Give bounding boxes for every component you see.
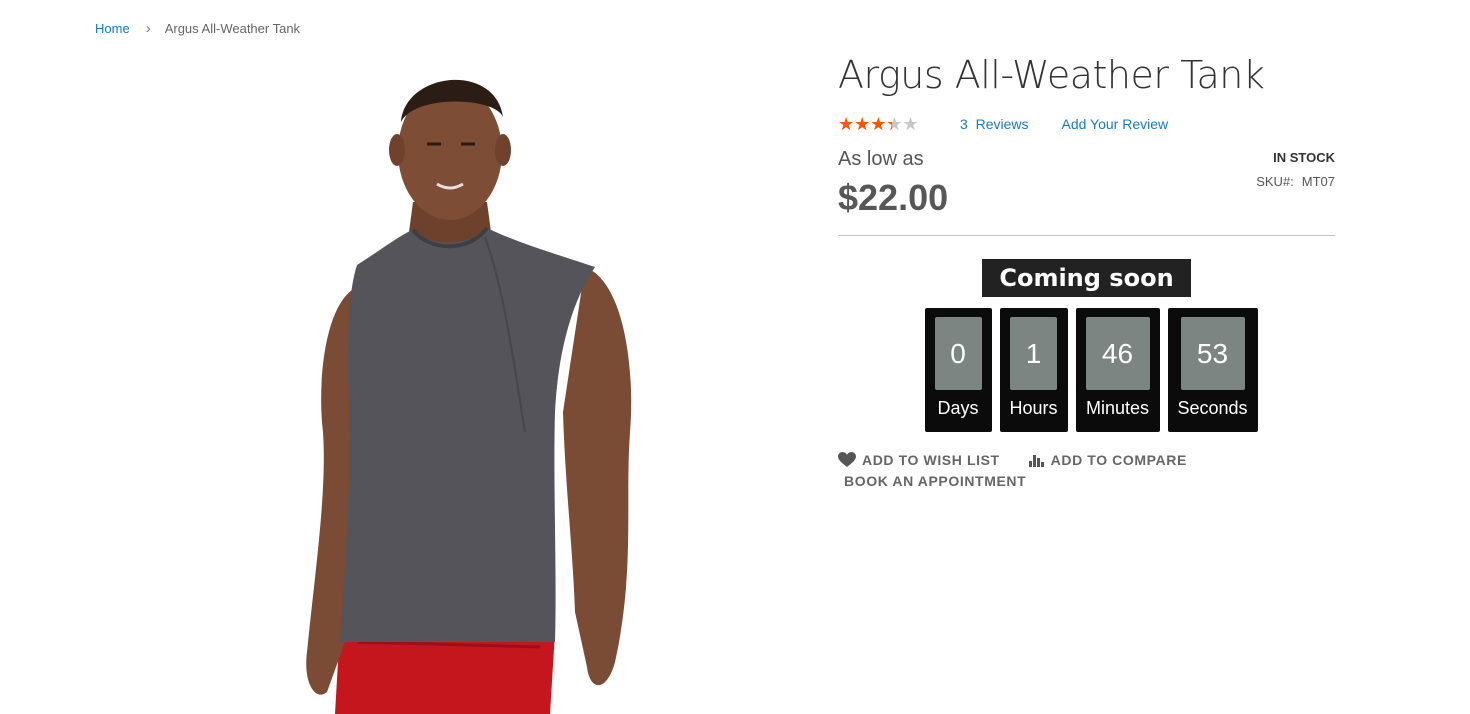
countdown-timer: 0 Days 1 Hours 46 Minutes 53 Seconds xyxy=(847,308,1335,432)
add-review-link[interactable]: Add Your Review xyxy=(1061,116,1168,132)
star-icons-filled: ★★★★★ xyxy=(838,115,892,133)
countdown-minutes: 46 Minutes xyxy=(1075,308,1160,432)
reviews-label: Reviews xyxy=(975,116,1029,132)
coming-soon-title: Coming soon xyxy=(982,259,1191,297)
stock-status: In stock xyxy=(1273,150,1335,165)
breadcrumb-current: Argus All-Weather Tank xyxy=(164,21,301,36)
reviews-count: 3 xyxy=(960,116,968,132)
countdown-seconds: 53 Seconds xyxy=(1167,308,1258,432)
product-info: Argus All-Weather Tank ★★★★★ ★★★★★ 3 Rev… xyxy=(838,52,1335,236)
book-appointment-label: Book an Appointment xyxy=(844,473,1027,489)
countdown-minutes-value: 46 xyxy=(1085,317,1150,390)
actions-row: Add to Wish List Add to Compare xyxy=(838,452,1187,468)
countdown-seconds-value: 53 xyxy=(1180,317,1245,390)
product-photo xyxy=(306,79,632,714)
divider xyxy=(838,235,1335,236)
rating-summary: ★★★★★ ★★★★★ 3 Reviews Add Your Review xyxy=(838,114,1335,134)
countdown-hours-label: Hours xyxy=(1009,398,1058,418)
add-to-wishlist-label: Add to Wish List xyxy=(862,452,1000,468)
add-to-compare-label: Add to Compare xyxy=(1050,452,1187,468)
chevron-right-icon: › xyxy=(145,20,151,37)
sku-row: SKU#: MT07 xyxy=(1256,174,1335,189)
price-value: $22.00 xyxy=(838,177,949,218)
sku-label: SKU#: xyxy=(1256,174,1294,189)
countdown-seconds-label: Seconds xyxy=(1177,398,1248,418)
add-to-wishlist-button[interactable]: Add to Wish List xyxy=(838,452,1000,468)
countdown-hours: 1 Hours xyxy=(999,308,1068,432)
countdown: Coming soon 0 Days 1 Hours 46 Minutes 53… xyxy=(838,259,1335,432)
countdown-days-label: Days xyxy=(937,398,979,418)
sku-value: MT07 xyxy=(1301,174,1335,189)
price-stock-row: As low as $22.00 In stock SKU#: MT07 xyxy=(838,148,1335,219)
countdown-minutes-label: Minutes xyxy=(1085,398,1150,418)
product-title: Argus All-Weather Tank xyxy=(838,53,1265,97)
countdown-days: 0 Days xyxy=(924,308,992,432)
add-to-compare-button[interactable]: Add to Compare xyxy=(1028,452,1187,468)
star-rating: ★★★★★ ★★★★★ xyxy=(838,115,928,133)
heart-icon xyxy=(838,452,856,467)
breadcrumb: Home › Argus All-Weather Tank xyxy=(95,20,300,37)
product-actions: Add to Wish List Add to Compare Book an … xyxy=(838,452,1187,489)
stock-info: In stock SKU#: MT07 xyxy=(1256,148,1335,219)
breadcrumb-home-link[interactable]: Home xyxy=(95,21,130,36)
price-box: As low as $22.00 xyxy=(838,148,948,219)
countdown-hours-value: 1 xyxy=(1010,317,1057,390)
price-prefix: As low as xyxy=(838,148,924,170)
appointment-row: Book an Appointment xyxy=(838,473,1187,489)
bar-chart-icon xyxy=(1028,455,1044,467)
reviews-link[interactable]: 3 Reviews xyxy=(960,116,1028,132)
book-appointment-button[interactable]: Book an Appointment xyxy=(838,473,1026,489)
countdown-days-value: 0 xyxy=(934,317,982,390)
product-image[interactable] xyxy=(95,52,775,714)
